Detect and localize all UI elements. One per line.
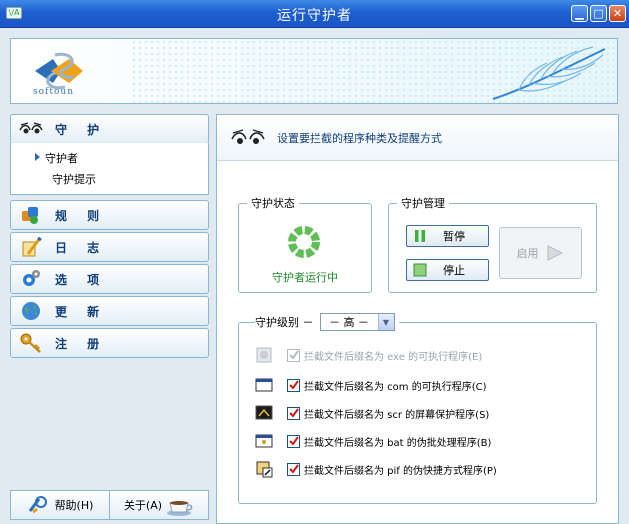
sub-item-guard-tips[interactable]: 守护提示 (52, 171, 96, 187)
option-bat[interactable]: 拦截文件后缀名为 bat 的伪批处理程序(B) (255, 431, 491, 451)
com-window-icon (255, 378, 273, 392)
running-ring-icon (288, 226, 320, 258)
close-button[interactable]: ✕ (609, 5, 626, 22)
guard-status-text: 守护者运行中 (272, 271, 338, 284)
content-panel: 设置要拦截的程序种类及提醒方式 守护状态 守护者运行中 守护管理 暂停 停止 启… (216, 114, 619, 524)
batch-file-icon (255, 434, 273, 448)
shortcut-pif-icon (256, 461, 273, 478)
chevron-down-icon[interactable]: ▼ (377, 314, 394, 330)
pause-button[interactable]: 暂停 (406, 225, 489, 247)
options-icon (19, 268, 43, 290)
option-exe-label: 拦截文件后缀名为 exe 的可执行程序(E) (304, 351, 483, 363)
maximize-button[interactable]: □ (590, 5, 607, 22)
nav-item-guard[interactable]: 守 护 (10, 114, 209, 144)
nav-label: 守 护 (55, 122, 108, 137)
guard-level-label: 守护级别 － (255, 316, 314, 329)
sub-item-guardian[interactable]: 守护者 (35, 150, 78, 166)
nav-label: 注 册 (55, 336, 108, 351)
option-pif[interactable]: 拦截文件后缀名为 pif 的伪快捷方式程序(P) (255, 459, 497, 479)
checkbox-bat[interactable] (287, 434, 300, 448)
guard-manage-legend: 守护管理 (401, 197, 445, 210)
log-icon (19, 236, 43, 258)
checkbox-com[interactable] (287, 378, 300, 392)
banner: softoun (10, 38, 618, 104)
option-scr[interactable]: 拦截文件后缀名为 scr 的屏幕保护程序(S) (255, 403, 489, 423)
guard-manage-group: 守护管理 暂停 停止 启用 (388, 195, 597, 293)
guard-status-legend: 守护状态 (251, 197, 295, 210)
checkbox-exe[interactable] (287, 348, 300, 362)
screensaver-icon (255, 405, 273, 420)
help-button[interactable]: 帮助(H) (10, 490, 110, 520)
guard-level-value: － 高 － (329, 316, 369, 329)
minimize-button[interactable]: ▁ (571, 5, 588, 22)
content-header-text: 设置要拦截的程序种类及提醒方式 (277, 131, 442, 145)
about-label: 关于(A) (123, 499, 163, 512)
enable-button[interactable]: 启用 (499, 227, 582, 279)
guard-level-select[interactable]: － 高 － ▼ (319, 313, 395, 331)
pause-label: 暂停 (443, 230, 465, 243)
nav-item-options[interactable]: 选 项 (10, 264, 209, 294)
option-pif-label: 拦截文件后缀名为 pif 的伪快捷方式程序(P) (304, 465, 497, 477)
stop-button[interactable]: 停止 (406, 259, 489, 281)
guard-subpanel: 守护者 守护提示 (10, 143, 209, 195)
feather-icon (492, 46, 606, 100)
nav-label: 日 志 (55, 240, 108, 255)
stop-label: 停止 (443, 264, 465, 277)
option-exe[interactable]: 拦截文件后缀名为 exe 的可执行程序(E) (255, 345, 482, 365)
rules-icon (19, 204, 43, 226)
guard-level-row: 守护级别 － － 高 － ▼ (255, 313, 399, 331)
option-com-label: 拦截文件后缀名为 com 的可执行程序(C) (304, 381, 487, 393)
pause-icon (415, 230, 425, 242)
option-com[interactable]: 拦截文件后缀名为 com 的可执行程序(C) (255, 375, 487, 395)
help-icon (28, 496, 47, 514)
left-nav: 守 护 守护者 守护提示 规 则 日 志 选 项 更 新 注 册 帮助(H) 关… (10, 114, 209, 524)
main-frame: softoun 守 护 守护者 守护提示 规 则 日 志 选 项 更 新 注 册… (0, 28, 629, 524)
about-button[interactable]: 关于(A) (110, 490, 209, 520)
help-label: 帮助(H) (54, 499, 94, 512)
stop-icon (413, 263, 427, 277)
window-title: 运行守护者 (277, 8, 352, 24)
enable-label: 启用 (516, 247, 539, 260)
nav-item-log[interactable]: 日 志 (10, 232, 209, 262)
guard-status-group: 守护状态 守护者运行中 (238, 195, 372, 293)
nav-item-rules[interactable]: 规 则 (10, 200, 209, 230)
bottom-bar: 帮助(H) 关于(A) (10, 490, 209, 520)
nav-label: 规 则 (55, 208, 108, 223)
exe-file-icon (256, 347, 272, 363)
nav-item-register[interactable]: 注 册 (10, 328, 209, 358)
nav-item-update[interactable]: 更 新 (10, 296, 209, 326)
option-bat-label: 拦截文件后缀名为 bat 的伪批处理程序(B) (304, 437, 492, 449)
content-header: 设置要拦截的程序种类及提醒方式 (217, 115, 618, 161)
coffee-cup-icon (167, 501, 193, 516)
key-icon (19, 332, 43, 354)
checkbox-pif[interactable] (287, 462, 300, 476)
nav-label: 更 新 (55, 304, 108, 319)
option-scr-label: 拦截文件后缀名为 scr 的屏幕保护程序(S) (304, 409, 490, 421)
eyes-icon (231, 128, 265, 144)
play-icon (547, 245, 563, 261)
logo-text: softoun (33, 87, 74, 97)
checkbox-scr[interactable] (287, 406, 300, 420)
eyes-icon (19, 118, 43, 140)
update-globe-icon (19, 300, 43, 322)
guard-level-group: 守护级别 － － 高 － ▼ 拦截文件后缀名为 exe 的可执行程序(E) 拦截… (238, 313, 597, 504)
title-bar: \/A 运行守护者 ▁ □ ✕ (0, 0, 629, 28)
nav-label: 选 项 (55, 272, 108, 287)
